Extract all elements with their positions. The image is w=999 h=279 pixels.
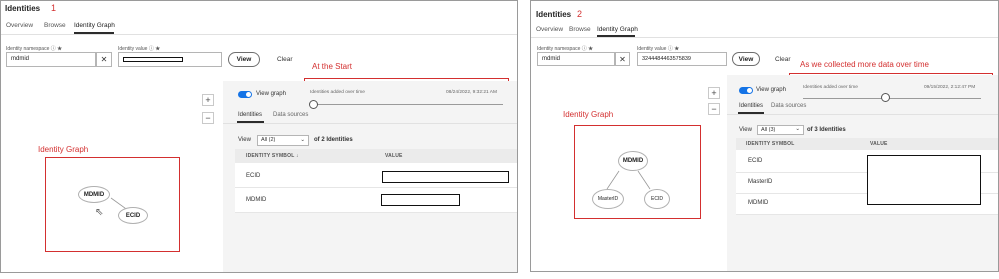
subtab-data-sources[interactable]: Data sources — [771, 103, 806, 109]
clear-button[interactable]: Clear — [277, 56, 293, 63]
node-ecid[interactable]: ECID — [118, 207, 148, 224]
view-graph-label: View graph — [756, 87, 786, 93]
identity-count: of 2 Identities — [314, 137, 353, 143]
zoom-in-button[interactable]: + — [202, 94, 214, 106]
redacted-value — [123, 57, 183, 62]
identity-value-input[interactable]: 3244484463575839 — [637, 52, 727, 66]
namespace-label: Identity namespace ⓘ ★ — [537, 46, 594, 52]
timeline-slider-track[interactable] — [313, 104, 503, 105]
graph-edges — [110, 197, 130, 212]
tab-browse[interactable]: Browse — [569, 26, 591, 33]
step-number: 1 — [51, 3, 57, 13]
identities-added-label: Identities added over time — [310, 90, 365, 95]
value-label: Identity value ⓘ ★ — [118, 46, 161, 52]
subtab-data-sources[interactable]: Data sources — [273, 112, 308, 118]
namespace-label: Identity namespace ⓘ ★ — [6, 46, 63, 52]
graph-edges — [606, 170, 651, 190]
timeline-slider-track[interactable] — [803, 98, 981, 99]
edge-mdmid-ecid — [637, 170, 651, 190]
tabs-divider — [531, 37, 998, 38]
view-label: View — [238, 137, 251, 143]
timeline-timestamp: 09/15/2022, 2:12:47 PM — [924, 85, 976, 90]
namespace-input[interactable]: mdmid — [537, 52, 615, 66]
zoom-out-button[interactable]: − — [708, 103, 720, 115]
subtab-divider — [223, 123, 517, 124]
timeline-slider-thumb[interactable] — [881, 93, 890, 102]
tab-identity-graph[interactable]: Identity Graph — [74, 22, 115, 29]
node-masterid[interactable]: MasterID — [592, 189, 624, 209]
column-value: VALUE — [870, 141, 888, 147]
node-mdmid[interactable]: MDMID — [78, 186, 110, 203]
screenshot-panel-2: Identities 2 Overview Browse Identity Gr… — [530, 0, 999, 272]
view-button[interactable]: View — [228, 52, 260, 67]
row-symbol-mdmid: MDMID — [246, 197, 267, 203]
node-mdmid[interactable]: MDMID — [618, 151, 648, 171]
timeline-timestamp: 08/24/2022, 9:32:21 AM — [446, 90, 497, 95]
subtab-identities[interactable]: Identities — [739, 103, 763, 109]
namespace-input[interactable]: mdmid — [6, 52, 96, 67]
clear-namespace-button[interactable]: ✕ — [96, 52, 112, 67]
filter-select[interactable]: All (2) ⌄ — [257, 135, 309, 146]
step-number: 2 — [577, 9, 583, 19]
annotation-identity-graph: Identity Graph — [38, 145, 89, 154]
zoom-out-button[interactable]: − — [202, 112, 214, 124]
zoom-in-button[interactable]: + — [708, 87, 720, 99]
clear-button[interactable]: Clear — [775, 56, 791, 63]
chevron-down-icon: ⌄ — [795, 126, 800, 132]
annotation-at-the-start: At the Start — [312, 62, 353, 71]
view-button[interactable]: View — [732, 52, 760, 66]
row-divider — [736, 214, 998, 215]
redacted-value — [382, 171, 509, 183]
screenshot-panel-1: Identities 1 Overview Browse Identity Gr… — [0, 0, 518, 273]
redacted-values — [867, 155, 981, 205]
tab-overview[interactable]: Overview — [536, 26, 563, 33]
tab-overview[interactable]: Overview — [6, 22, 33, 29]
cursor-icon: ⇖ — [95, 207, 104, 218]
row-symbol-ecid: ECID — [246, 173, 261, 179]
column-identity-symbol[interactable]: IDENTITY SYMBOL — [746, 141, 794, 147]
edge-mdmid-masterid — [606, 170, 620, 190]
row-symbol-ecid: ECID — [748, 158, 763, 164]
annotation-more-data: As we collected more data over time — [800, 60, 929, 69]
view-graph-toggle[interactable] — [238, 91, 252, 98]
node-ecid[interactable]: ECID — [644, 189, 670, 209]
row-divider — [235, 212, 517, 213]
column-value: VALUE — [385, 153, 403, 159]
subtab-divider — [727, 114, 998, 115]
filter-select-value: All (3) — [761, 127, 776, 133]
view-label: View — [739, 127, 752, 133]
view-graph-toggle[interactable] — [739, 87, 753, 94]
subtab-identities[interactable]: Identities — [238, 112, 262, 118]
filter-select-value: All (2) — [261, 137, 276, 143]
tab-browse[interactable]: Browse — [44, 22, 66, 29]
identity-count: of 3 Identities — [807, 127, 846, 133]
identities-added-label: Identities added over time — [803, 85, 858, 90]
chevron-down-icon: ⌄ — [300, 137, 305, 143]
clear-namespace-button[interactable]: ✕ — [615, 52, 630, 66]
tab-identity-graph[interactable]: Identity Graph — [597, 26, 638, 33]
redacted-value — [381, 194, 460, 206]
filter-select[interactable]: All (3) ⌄ — [757, 125, 804, 135]
column-identity-symbol[interactable]: IDENTITY SYMBOL ↓ — [246, 153, 299, 159]
row-symbol-mdmid: MDMID — [748, 200, 769, 206]
view-graph-label: View graph — [256, 91, 286, 97]
timeline-slider-thumb[interactable] — [309, 100, 318, 109]
tabs-divider — [1, 34, 517, 35]
table-row[interactable] — [235, 188, 517, 212]
row-symbol-masterid: MasterID — [748, 179, 773, 185]
value-label: Identity value ⓘ ★ — [637, 46, 680, 52]
page-title: Identities — [536, 10, 572, 19]
annotation-identity-graph: Identity Graph — [563, 110, 614, 119]
page-title: Identities — [5, 4, 41, 13]
